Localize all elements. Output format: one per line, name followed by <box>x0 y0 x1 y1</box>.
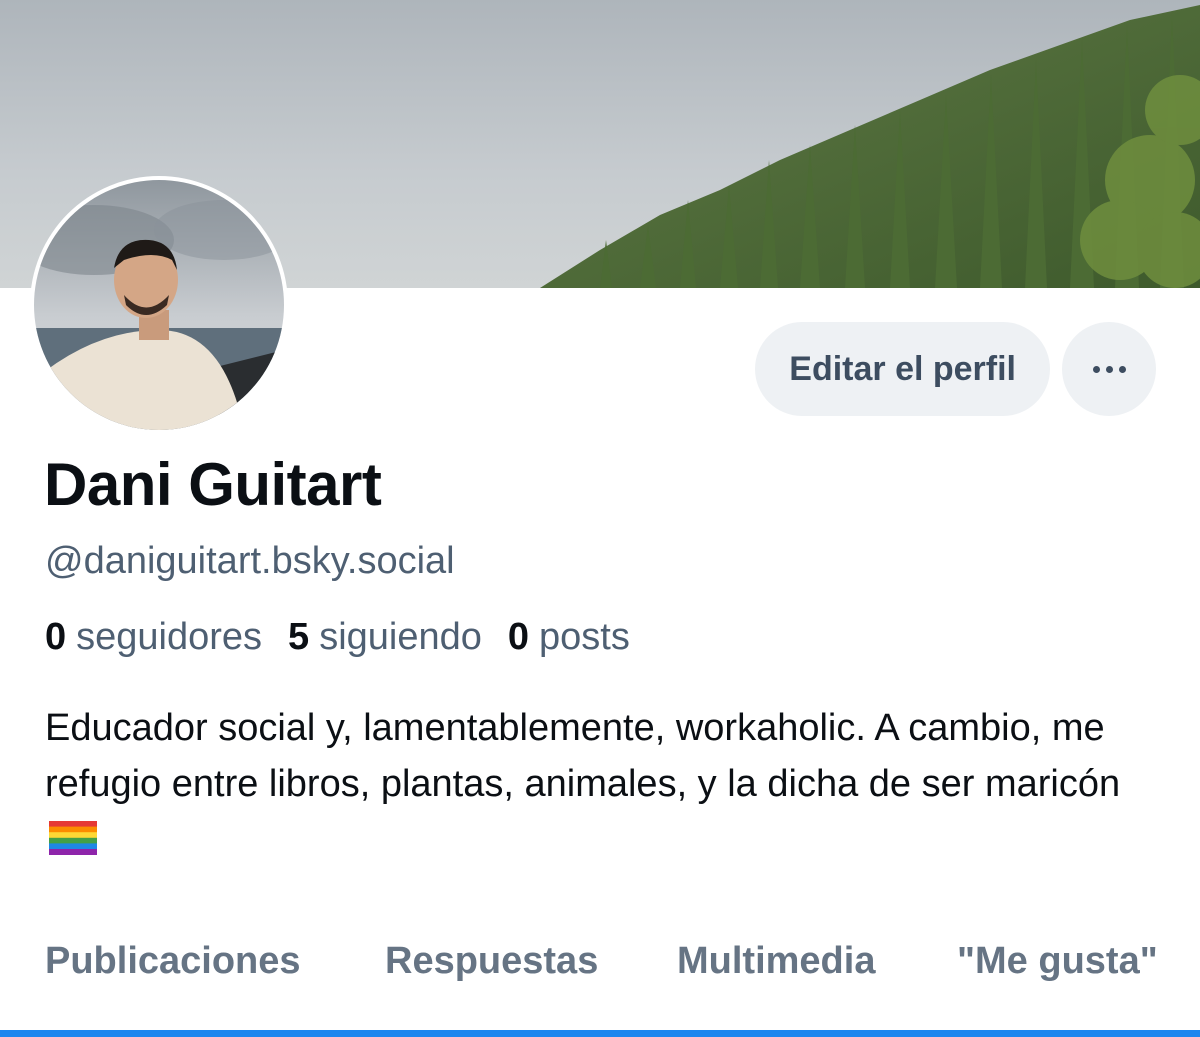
more-options-button[interactable] <box>1062 322 1156 416</box>
edit-profile-button[interactable]: Editar el perfil <box>755 322 1050 416</box>
profile-page: Editar el perfil Dani Guitart @daniguita… <box>0 0 1200 1037</box>
avatar-photo-image <box>34 180 284 430</box>
active-tab-indicator <box>0 1030 1200 1037</box>
profile-actions: Editar el perfil <box>755 322 1156 416</box>
tab-respuestas[interactable]: Respuestas <box>385 940 598 983</box>
profile-avatar[interactable] <box>30 176 288 434</box>
posts-count: 0 <box>507 616 530 658</box>
rainbow-flag-icon <box>49 821 97 855</box>
display-name: Dani Guitart <box>44 451 382 518</box>
following-label: siguiendo <box>319 616 482 658</box>
tab-me-gusta[interactable]: "Me gusta" <box>957 940 1158 983</box>
tab-publicaciones[interactable]: Publicaciones <box>45 940 301 983</box>
profile-tabs: Publicaciones Respuestas Multimedia "Me … <box>0 940 1200 1000</box>
profile-bio: Educador social y, lamentablemente, work… <box>45 700 1145 868</box>
posts-label: posts <box>539 616 630 658</box>
profile-handle: @daniguitart.bsky.social <box>45 540 455 582</box>
followers-label: seguidores <box>76 616 263 658</box>
following-count: 5 <box>288 616 310 658</box>
tab-multimedia[interactable]: Multimedia <box>677 940 875 983</box>
bio-text: Educador social y, lamentablemente, work… <box>45 707 1121 805</box>
profile-stats: 0 seguidores 5 siguiendo 0 posts <box>45 616 630 659</box>
posts-stat: 0 posts <box>508 616 630 659</box>
more-options-icon <box>1092 365 1126 373</box>
followers-count: 0 <box>45 616 67 658</box>
following-stat[interactable]: 5 siguiendo <box>288 616 482 659</box>
followers-stat[interactable]: 0 seguidores <box>45 616 262 659</box>
